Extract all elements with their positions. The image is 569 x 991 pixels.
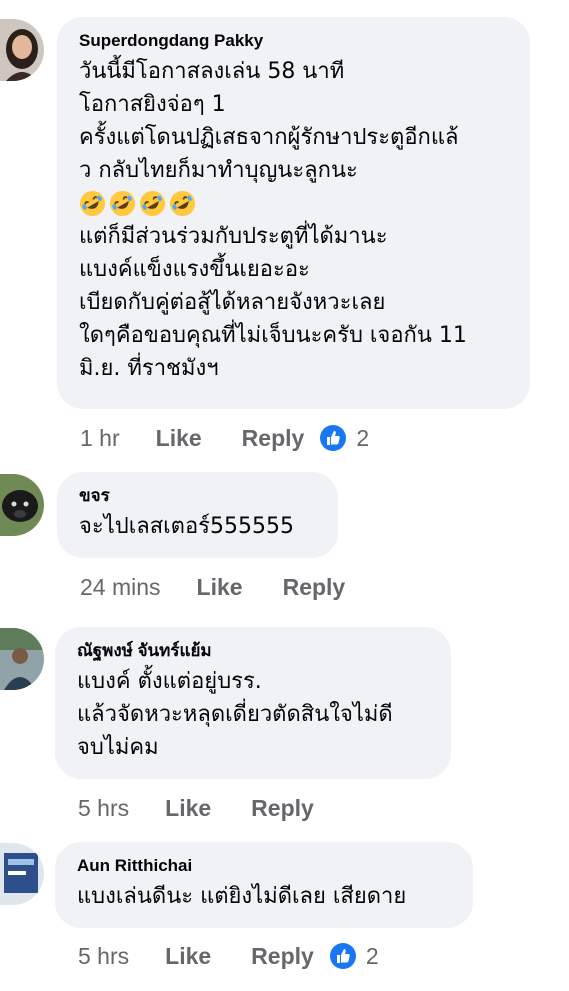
emoji-row	[79, 187, 510, 220]
reaction-count: 2	[365, 942, 379, 969]
comment-line: แล้วจัดหวะหลุดเดี่ยวตัดสินใจไม่ดี	[77, 702, 393, 727]
avatar-photo-icon	[0, 474, 44, 536]
comment-bubble: ณัฐพงษ์ จันทร์แย้ม แบงค์ ตั้งแต่อยู่บรร.…	[55, 627, 451, 779]
comment-actions: 5 hrs Like Reply	[78, 794, 314, 822]
avatar[interactable]	[0, 19, 44, 81]
reply-button[interactable]: Reply	[242, 425, 305, 452]
comment-line: โอกาสยิงจ่อๆ 1	[79, 92, 226, 117]
reaction-summary[interactable]: 2	[320, 425, 369, 452]
avatar-photo-icon	[0, 843, 44, 905]
avatar[interactable]	[0, 843, 44, 905]
comment-bubble: Superdongdang Pakky วันนี้มีโอกาสลงเล่น …	[57, 17, 530, 409]
rolling-on-floor-laughing-icon	[169, 190, 196, 217]
comment-timestamp[interactable]: 24 mins	[80, 574, 161, 601]
avatar[interactable]	[0, 474, 44, 536]
reply-button[interactable]: Reply	[283, 574, 346, 601]
comment-line: ครั้งแต่โดนปฏิเสธจากผู้รักษาประตูอีกแล้	[79, 125, 459, 150]
comment-text: วันนี้มีโอกาสลงเล่น 58 นาที โอกาสยิงจ่อๆ…	[79, 55, 510, 385]
comment-author[interactable]: ขจร	[79, 486, 318, 506]
avatar-photo-icon	[0, 19, 44, 81]
comment-line: แต่ก็มีส่วนร่วมกับประตูที่ได้มานะ	[79, 224, 388, 249]
comment-line: ใดๆคือขอบคุณที่ไม่เจ็บนะครับ เจอกัน 11	[79, 323, 467, 348]
comment-actions: 1 hr Like Reply 2	[80, 424, 369, 452]
comment-text: จะไปเลสเตอร์555555	[79, 510, 318, 543]
comment-actions: 24 mins Like Reply	[80, 573, 345, 601]
rolling-on-floor-laughing-icon	[109, 190, 136, 217]
like-thumbs-up-icon	[329, 943, 356, 969]
comment-timestamp[interactable]: 5 hrs	[78, 795, 129, 822]
comment-actions: 5 hrs Like Reply 2	[78, 942, 379, 970]
rolling-on-floor-laughing-icon	[79, 190, 106, 217]
comment-line: แบงค์ ตั้งแต่อยู่บรร.	[77, 669, 262, 694]
comment-line: มิ.ย. ที่ราชมังฯ	[79, 356, 219, 381]
reply-button[interactable]: Reply	[251, 795, 314, 822]
comment-author[interactable]: Aun Ritthichai	[77, 856, 453, 876]
like-button[interactable]: Like	[197, 574, 243, 601]
like-thumbs-up-icon	[320, 425, 347, 451]
comment-line: วันนี้มีโอกาสลงเล่น 58 นาที	[79, 59, 345, 84]
comment-line: ว กลับไทยก็มาทำบุญนะลูกนะ	[79, 158, 358, 183]
reply-button[interactable]: Reply	[251, 943, 314, 970]
comment-bubble: ขจร จะไปเลสเตอร์555555	[57, 472, 338, 558]
reaction-summary[interactable]: 2	[329, 942, 379, 970]
comment-line: แบงค์แข็งแรงขึ้นเยอะอะ	[79, 257, 310, 282]
like-button[interactable]: Like	[165, 943, 211, 970]
like-button[interactable]: Like	[165, 795, 211, 822]
comment-line: จะไปเลสเตอร์555555	[79, 514, 294, 539]
comment-text: แบงเล่นดีนะ แต่ยิงไม่ดีเลย เสียดาย	[77, 880, 453, 913]
comment-line: เบียดกับคู่ต่อสู้ได้หลายจังหวะเลย	[79, 290, 386, 315]
comment-text: แบงค์ ตั้งแต่อยู่บรร. แล้วจัดหวะหลุดเดี่…	[77, 665, 431, 764]
comment-bubble: Aun Ritthichai แบงเล่นดีนะ แต่ยิงไม่ดีเล…	[55, 842, 473, 928]
like-button[interactable]: Like	[156, 425, 202, 452]
reaction-count: 2	[356, 424, 370, 451]
comment-line: จบไม่คม	[77, 735, 159, 760]
comment-timestamp[interactable]: 1 hr	[80, 425, 120, 452]
comment-timestamp[interactable]: 5 hrs	[78, 943, 129, 970]
comment-author[interactable]: ณัฐพงษ์ จันทร์แย้ม	[77, 641, 431, 661]
avatar[interactable]	[0, 628, 44, 690]
comment-author[interactable]: Superdongdang Pakky	[79, 31, 510, 51]
comment-line: แบงเล่นดีนะ แต่ยิงไม่ดีเลย เสียดาย	[77, 884, 407, 909]
rolling-on-floor-laughing-icon	[139, 190, 166, 217]
avatar-photo-icon	[0, 628, 44, 690]
